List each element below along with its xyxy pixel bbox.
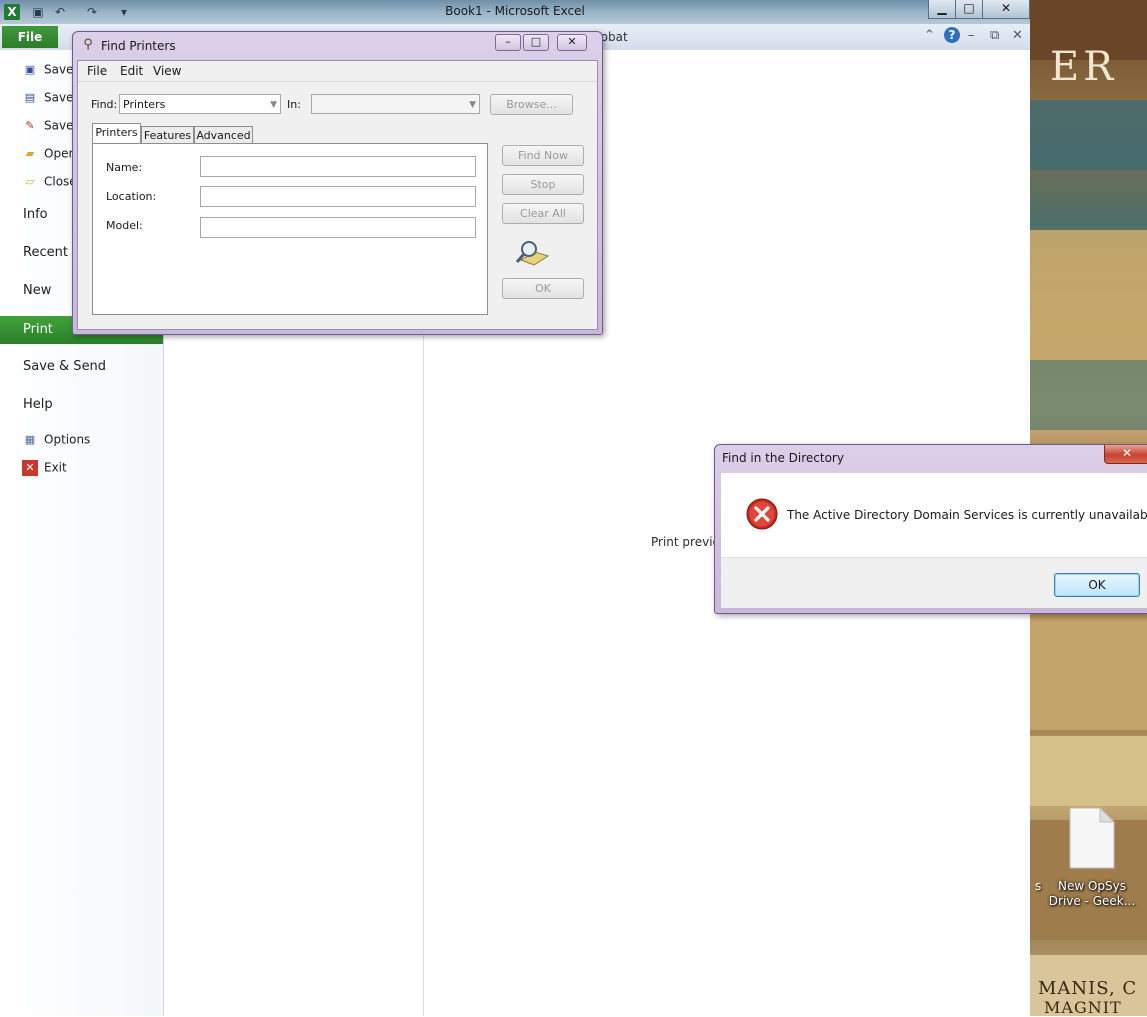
button-area: OK: [721, 557, 1147, 608]
search-animation-icon: [515, 241, 549, 266]
desktop-label-fragment: s: [1035, 879, 1042, 893]
find-in-directory-dialog: Find in the Directory ✕ The Active Direc…: [714, 444, 1147, 614]
dialog-client-area: File Edit View Find: Printers ▼ In: ▼ Bro…: [77, 60, 598, 330]
dialog-title: Find Printers: [101, 39, 176, 53]
error-icon: [746, 498, 778, 530]
error-message: The Active Directory Domain Services is …: [787, 508, 1147, 522]
close-folder-icon: ▱: [25, 175, 35, 188]
restore-workbook-icon[interactable]: ⧉: [990, 28, 999, 43]
find-now-button[interactable]: Find Now: [502, 145, 584, 166]
open-folder-icon: ▰: [25, 147, 35, 160]
exit-icon: ✕: [22, 460, 38, 476]
options-icon: ▦: [24, 433, 36, 446]
close-workbook-icon[interactable]: ✕: [1012, 28, 1023, 43]
title-bar: X ▣ ↶ ↷ ▾ Book1 - Microsoft Excel ▁ □ ✕: [0, 0, 1030, 24]
backstage-save[interactable]: ▣ Save: [22, 62, 74, 78]
name-field[interactable]: [200, 156, 476, 177]
minimize-workbook-icon[interactable]: –: [968, 28, 975, 43]
chevron-down-icon: ▼: [469, 100, 476, 110]
backstage-help[interactable]: Help: [0, 397, 163, 412]
menu-edit[interactable]: Edit: [120, 64, 143, 78]
backstage-close[interactable]: ▱ Close: [22, 174, 77, 190]
backstage-save-pdf[interactable]: ✎ Save: [22, 118, 73, 134]
save-icon: ▣: [24, 63, 36, 76]
maximize-button[interactable]: □: [523, 34, 549, 51]
minimize-ribbon-icon[interactable]: ⌃: [924, 28, 935, 43]
dialog-title: Find in the Directory: [722, 451, 844, 465]
clear-all-button[interactable]: Clear All: [502, 203, 584, 224]
help-icon[interactable]: ?: [944, 27, 960, 43]
maximize-button[interactable]: □: [955, 0, 983, 19]
backstage-open[interactable]: ▰ Open: [22, 146, 76, 162]
desktop-icon-label[interactable]: New OpSys Drive - Geek...: [1044, 879, 1140, 909]
location-field[interactable]: [200, 186, 476, 207]
ok-button[interactable]: OK: [1054, 573, 1140, 597]
close-button[interactable]: ✕: [557, 34, 587, 51]
find-printer-icon: ⚲: [83, 37, 93, 52]
minimize-button[interactable]: –: [495, 34, 521, 51]
find-select[interactable]: Printers ▼: [119, 94, 281, 114]
backstage-save-send[interactable]: Save & Send: [0, 359, 163, 374]
chevron-down-icon: ▼: [270, 100, 277, 110]
tab-advanced[interactable]: Advanced: [194, 126, 253, 144]
window-title: Book1 - Microsoft Excel: [445, 4, 585, 18]
map-lettering: ER: [1050, 44, 1118, 90]
in-label: In:: [287, 98, 301, 111]
file-tab[interactable]: File: [2, 26, 58, 48]
print-preview-text: Print previe: [651, 535, 720, 549]
find-printers-dialog: ⚲ Find Printers – □ ✕ File Edit View Fin…: [72, 31, 603, 335]
close-button[interactable]: ✕: [1104, 445, 1147, 464]
backstage-save-as[interactable]: ▤ Save: [22, 90, 74, 106]
name-label: Name:: [106, 161, 143, 174]
menu-file[interactable]: File: [87, 64, 107, 78]
save-as-icon: ▤: [24, 91, 36, 104]
printers-tab-panel: Name: Location: Model:: [92, 143, 488, 315]
find-label: Find:: [91, 98, 118, 111]
in-select[interactable]: ▼: [311, 94, 480, 114]
model-field[interactable]: [200, 217, 476, 238]
map-lettering: MAGNIT: [1044, 998, 1122, 1017]
backstage-options[interactable]: ▦ Options: [22, 432, 91, 448]
close-button[interactable]: ✕: [982, 0, 1030, 19]
minimize-button[interactable]: ▁: [928, 0, 956, 19]
stop-button[interactable]: Stop: [502, 174, 584, 195]
map-lettering: MANIS, C: [1038, 978, 1138, 999]
tab-printers[interactable]: Printers: [92, 123, 141, 144]
backstage-exit[interactable]: ✕ Exit: [22, 460, 67, 476]
message-area: The Active Directory Domain Services is …: [721, 473, 1147, 557]
menu-bar: File Edit View: [78, 61, 597, 82]
model-label: Model:: [106, 219, 143, 232]
save-adobe-pdf-icon: ✎: [25, 119, 35, 132]
ok-button[interactable]: OK: [502, 278, 584, 299]
tab-features[interactable]: Features: [141, 126, 194, 144]
menu-view[interactable]: View: [153, 64, 181, 78]
document-file-icon[interactable]: [1066, 806, 1116, 870]
location-label: Location:: [106, 190, 157, 203]
browse-button[interactable]: Browse...: [490, 94, 573, 115]
